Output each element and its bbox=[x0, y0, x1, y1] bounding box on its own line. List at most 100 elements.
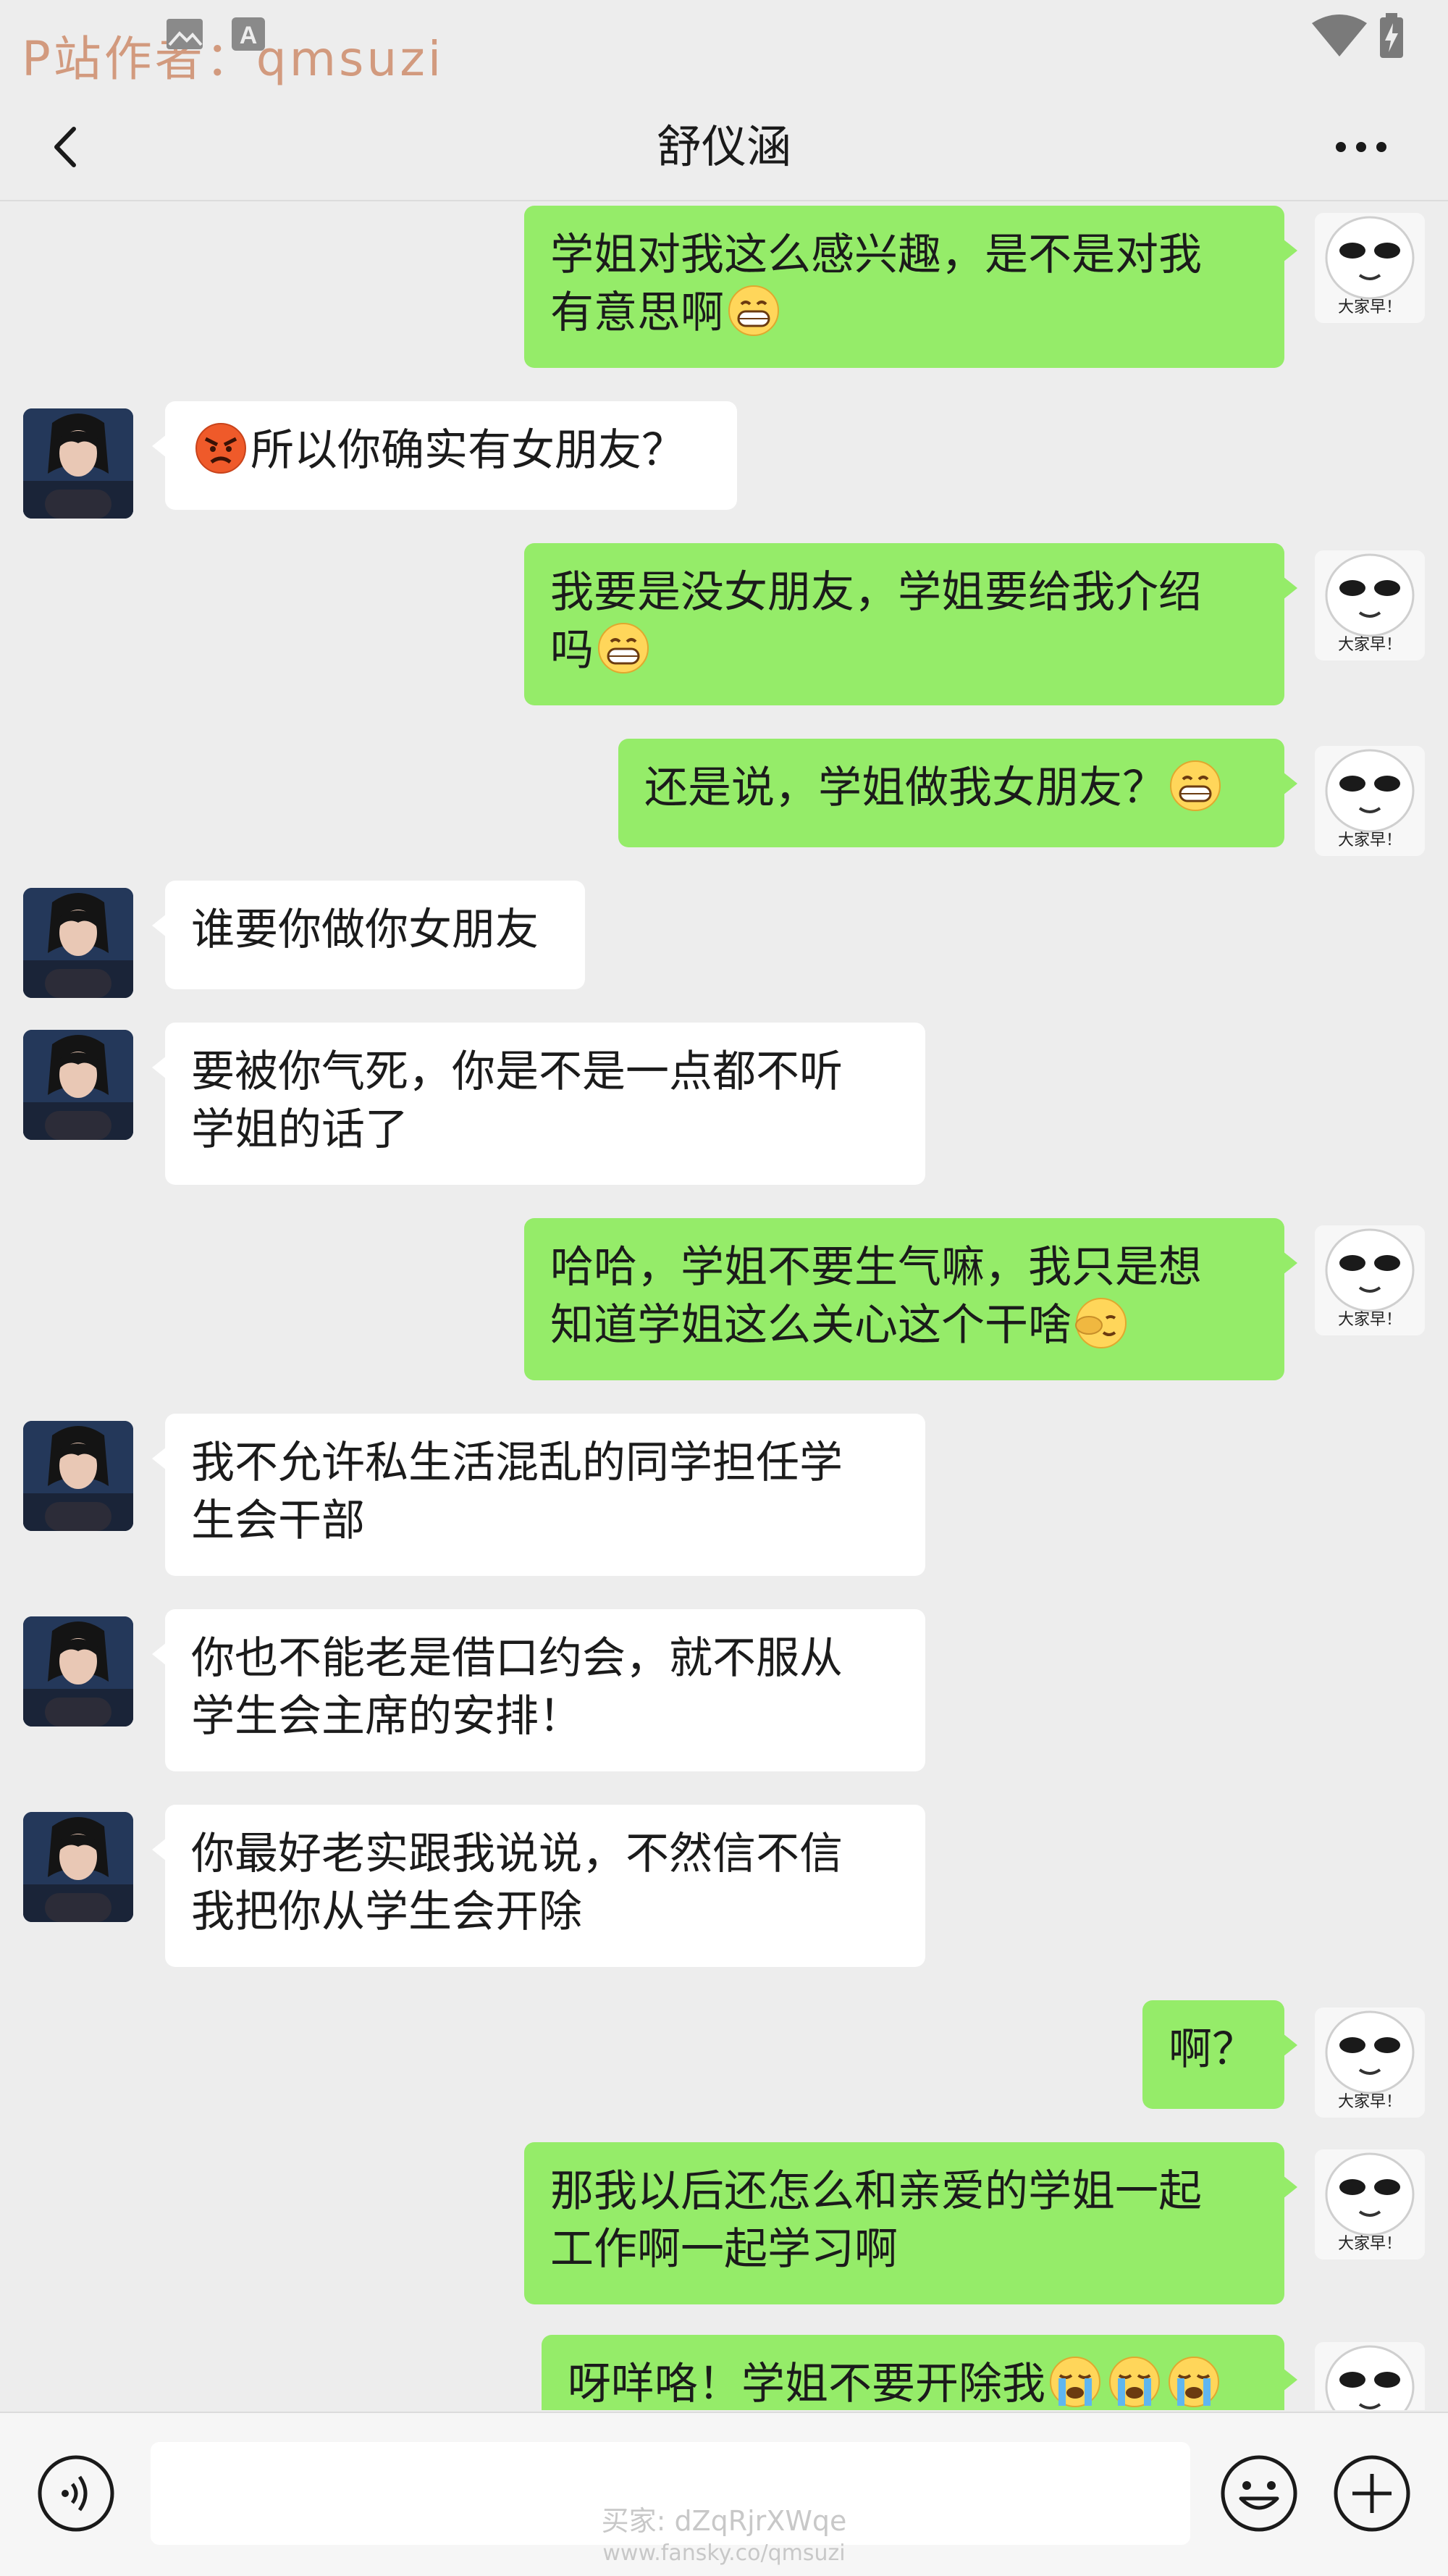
buyer-watermark: 买家: dZqRjrXWqe bbox=[601, 2505, 847, 2537]
grin-emoji bbox=[597, 621, 650, 675]
sent-message-bubble[interactable]: 啊？ bbox=[1142, 2000, 1297, 2109]
received-message-bubble[interactable]: 所以你确实有女朋友？ bbox=[152, 401, 737, 510]
crying-emoji bbox=[1167, 2355, 1221, 2409]
message-text: 那我以后还怎么和亲爱的学姐一起 bbox=[550, 2166, 1202, 2217]
grin-emoji bbox=[1169, 759, 1222, 813]
received-message-bubble[interactable]: 我不允许私生活混乱的同学担任学 生会干部 bbox=[152, 1414, 925, 1576]
self-avatar[interactable]: 大家早！ bbox=[1315, 550, 1425, 660]
girl-portrait-image bbox=[23, 1421, 133, 1531]
message-line: 所以你确实有女朋友？ bbox=[191, 421, 711, 479]
message-line: 还是说，学姐做我女朋友？ bbox=[644, 759, 1258, 817]
crying-emoji bbox=[1108, 2355, 1161, 2409]
chat-title: 舒仪涵 bbox=[656, 120, 791, 173]
image-icon bbox=[167, 19, 203, 49]
avatar-caption: 大家早！ bbox=[1337, 298, 1402, 316]
message-text: 工作啊一起学习啊 bbox=[550, 2224, 898, 2275]
sent-message-bubble[interactable]: 还是说，学姐做我女朋友？ bbox=[618, 739, 1297, 847]
message-text: 我不允许私生活混乱的同学担任学 bbox=[191, 1438, 843, 1488]
avatar-caption: 大家早！ bbox=[1337, 2093, 1402, 2111]
received-message-bubble[interactable]: 你也不能老是借口约会，就不服从 学生会主席的安排！ bbox=[152, 1609, 925, 1771]
message-text: 啊？ bbox=[1169, 2024, 1255, 2075]
girl-portrait-image bbox=[23, 1812, 133, 1922]
message-line: 吗 bbox=[550, 621, 1258, 679]
self-avatar[interactable]: 大家早！ bbox=[1315, 2342, 1425, 2410]
crying-emoji bbox=[1048, 2355, 1102, 2409]
message-text: 学生会主席的安排！ bbox=[191, 1691, 582, 1742]
message-text: 你也不能老是借口约会，就不服从 bbox=[191, 1633, 843, 1684]
status-bar: P站作者：qmsuzi A bbox=[0, 0, 1448, 94]
contact-avatar[interactable] bbox=[23, 408, 133, 519]
message-text: 知道学姐这么关心这个干啥 bbox=[550, 1300, 1072, 1351]
self-avatar[interactable]: 大家早！ bbox=[1315, 2007, 1425, 2118]
message-text: 所以你确实有女朋友？ bbox=[251, 425, 685, 476]
avatar-caption: 大家早！ bbox=[1337, 636, 1402, 654]
message-line: 我不允许私生活混乱的同学担任学 bbox=[191, 1434, 899, 1492]
message-text: 你最好老实跟我说说，不然信不信 bbox=[191, 1829, 843, 1879]
message-line: 工作啊一起学习啊 bbox=[550, 2220, 1258, 2278]
sent-message-bubble[interactable]: 呀咩咯！学姐不要开除我 bbox=[542, 2335, 1297, 2410]
message-text: 吗 bbox=[550, 625, 594, 676]
contact-avatar[interactable] bbox=[23, 888, 133, 998]
a-badge-icon: A bbox=[232, 17, 265, 51]
message-text: 哈哈，学姐不要生气嘛，我只是想 bbox=[550, 1242, 1202, 1293]
message-text: 学姐的话了 bbox=[191, 1104, 408, 1155]
received-message-bubble[interactable]: 谁要你做你女朋友 bbox=[152, 881, 585, 989]
message-line: 哈哈，学姐不要生气嘛，我只是想 bbox=[550, 1238, 1258, 1296]
more-options-button[interactable] bbox=[1325, 114, 1397, 180]
message-line: 我把你从学生会开除 bbox=[191, 1883, 899, 1941]
sent-message-bubble[interactable]: 哈哈，学姐不要生气嘛，我只是想 知道学姐这么关心这个干啥 bbox=[524, 1218, 1297, 1380]
girl-portrait-image bbox=[23, 408, 133, 519]
girl-portrait-image bbox=[23, 1616, 133, 1727]
message-line: 学姐对我这么感兴趣，是不是对我 bbox=[550, 226, 1258, 284]
avatar-caption: 大家早！ bbox=[1337, 1311, 1402, 1329]
message-line: 那我以后还怎么和亲爱的学姐一起 bbox=[550, 2162, 1258, 2220]
message-line: 学姐的话了 bbox=[191, 1101, 899, 1159]
battery-charging-icon bbox=[1380, 13, 1403, 58]
message-line: 我要是没女朋友，学姐要给我介绍 bbox=[550, 563, 1258, 621]
message-line: 你最好老实跟我说说，不然信不信 bbox=[191, 1825, 899, 1883]
received-message-bubble[interactable]: 要被你气死，你是不是一点都不听 学姐的话了 bbox=[152, 1023, 925, 1185]
message-line: 有意思啊 bbox=[550, 284, 1258, 342]
girl-portrait-image bbox=[23, 888, 133, 998]
message-text: 要被你气死，你是不是一点都不听 bbox=[191, 1046, 843, 1097]
message-text: 我把你从学生会开除 bbox=[191, 1887, 582, 1937]
facepalm-emoji bbox=[1074, 1296, 1128, 1350]
chat-header: 舒仪涵 bbox=[0, 94, 1448, 201]
message-line: 知道学姐这么关心这个干啥 bbox=[550, 1296, 1258, 1354]
message-line: 学生会主席的安排！ bbox=[191, 1687, 899, 1745]
self-avatar[interactable]: 大家早！ bbox=[1315, 213, 1425, 323]
message-text: 学姐对我这么感兴趣，是不是对我 bbox=[550, 230, 1202, 280]
message-line: 要被你气死，你是不是一点都不听 bbox=[191, 1043, 899, 1101]
self-avatar[interactable]: 大家早！ bbox=[1315, 746, 1425, 856]
message-line: 呀咩咯！学姐不要开除我 bbox=[568, 2355, 1258, 2410]
message-line: 生会干部 bbox=[191, 1492, 899, 1550]
meme-face-image bbox=[1315, 2342, 1425, 2410]
contact-avatar[interactable] bbox=[23, 1030, 133, 1140]
sent-message-bubble[interactable]: 我要是没女朋友，学姐要给我介绍吗 bbox=[524, 543, 1297, 705]
url-watermark: www.fansky.co/qmsuzi bbox=[602, 2541, 846, 2566]
message-text: 呀咩咯！学姐不要开除我 bbox=[568, 2359, 1045, 2409]
message-list[interactable]: 大家早！ 学姐对我这么感兴趣，是不是对我 有意思啊所以你确实有女朋友？ 大家早！ 我要是… bbox=[0, 201, 1448, 2410]
grin-emoji bbox=[727, 284, 780, 337]
girl-portrait-image bbox=[23, 1030, 133, 1140]
message-line: 谁要你做你女朋友 bbox=[191, 901, 559, 959]
received-message-bubble[interactable]: 你最好老实跟我说说，不然信不信 我把你从学生会开除 bbox=[152, 1805, 925, 1967]
avatar-caption: 大家早！ bbox=[1337, 2235, 1402, 2253]
message-text: 生会干部 bbox=[191, 1495, 365, 1546]
sent-message-bubble[interactable]: 学姐对我这么感兴趣，是不是对我 有意思啊 bbox=[524, 206, 1297, 368]
sent-message-bubble[interactable]: 那我以后还怎么和亲爱的学姐一起 工作啊一起学习啊 bbox=[524, 2142, 1297, 2304]
contact-avatar[interactable] bbox=[23, 1812, 133, 1922]
message-line: 啊？ bbox=[1169, 2021, 1258, 2078]
message-text: 有意思啊 bbox=[550, 288, 724, 338]
avatar-caption: 大家早！ bbox=[1337, 831, 1402, 849]
self-avatar[interactable]: 大家早！ bbox=[1315, 2149, 1425, 2260]
angry-emoji bbox=[194, 421, 248, 475]
message-line: 你也不能老是借口约会，就不服从 bbox=[191, 1629, 899, 1687]
message-text: 我要是没女朋友，学姐要给我介绍 bbox=[550, 567, 1202, 618]
message-text: 谁要你做你女朋友 bbox=[191, 905, 539, 955]
contact-avatar[interactable] bbox=[23, 1616, 133, 1727]
contact-avatar[interactable] bbox=[23, 1421, 133, 1531]
svg-text:A: A bbox=[240, 22, 258, 49]
wifi-icon bbox=[1312, 14, 1367, 56]
self-avatar[interactable]: 大家早！ bbox=[1315, 1225, 1425, 1335]
